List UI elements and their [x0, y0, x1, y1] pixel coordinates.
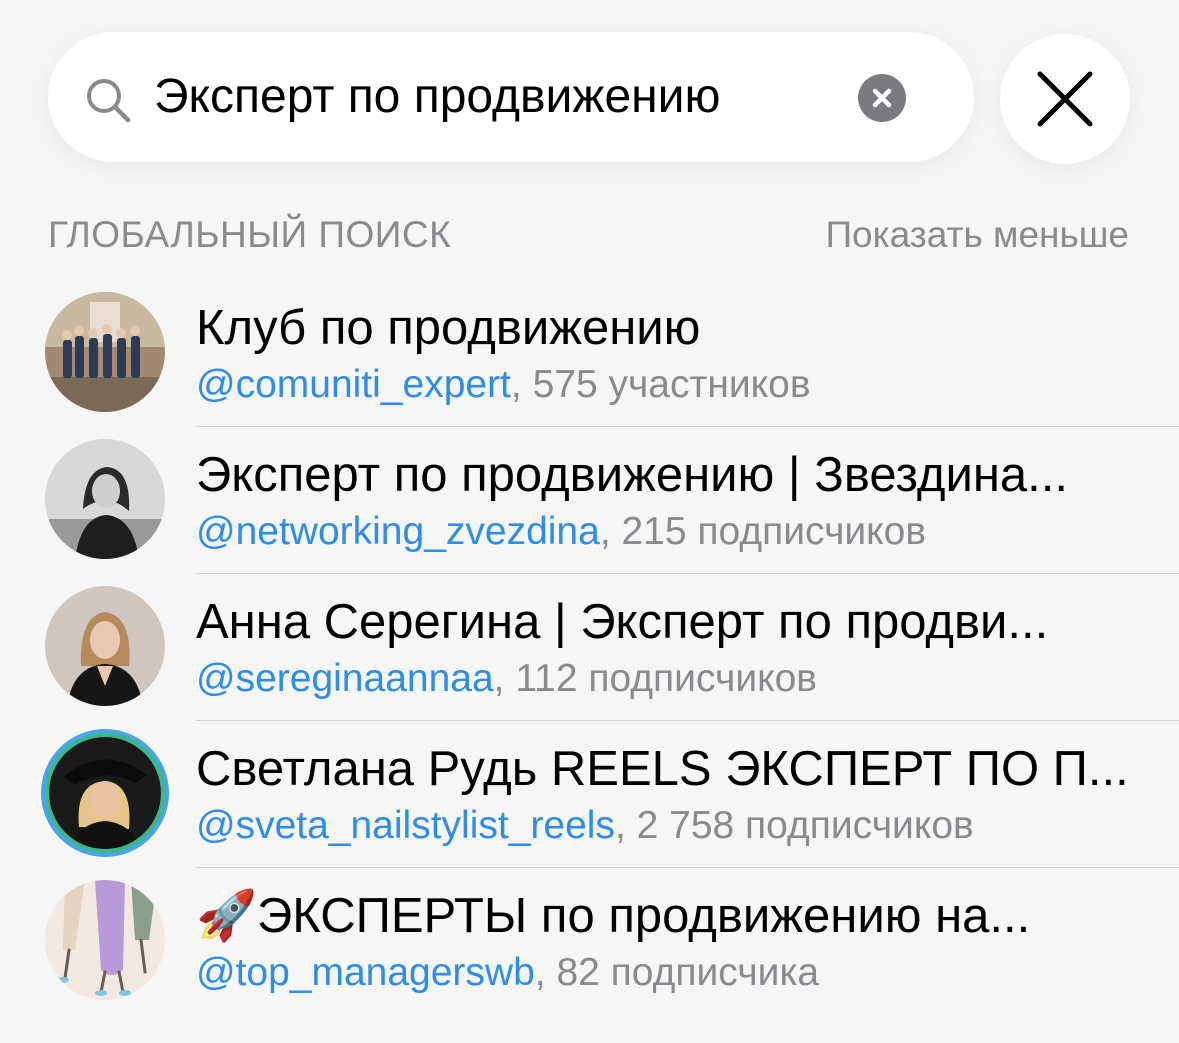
result-meta: , 112 подписчиков	[493, 657, 818, 700]
search-bar[interactable]: Эксперт по продвижению	[48, 32, 974, 162]
result-title: Анна Серегина | Эксперт по продви...	[196, 595, 1049, 649]
result-subtitle: @sveta_nailstylist_reels, 2 758 подписчи…	[196, 803, 974, 849]
result-handle[interactable]: @sveta_nailstylist_reels	[196, 804, 615, 847]
result-handle[interactable]: @comuniti_expert	[196, 363, 511, 406]
search-input[interactable]: Эксперт по продвижению	[154, 68, 720, 126]
clear-search-button[interactable]	[858, 74, 906, 122]
result-meta: , 82 подписчика	[534, 951, 820, 994]
result-subtitle: @sereginaannaa, 112 подписчиков	[196, 656, 817, 702]
show-less-button[interactable]: Показать меньше	[825, 214, 1129, 256]
avatar	[45, 880, 165, 1000]
avatar-with-story-ring	[49, 737, 161, 849]
result-meta: , 575 участников	[510, 363, 811, 406]
clear-icon	[872, 88, 892, 108]
result-handle[interactable]: @top_managerswb	[196, 951, 535, 994]
results-list: Клуб по продвижению @comuniti_expert, 57…	[0, 280, 1179, 1015]
result-meta: , 2 758 подписчиков	[614, 804, 974, 847]
section-title: ГЛОБАЛЬНЫЙ ПОИСК	[48, 214, 452, 255]
result-handle[interactable]: @networking_zvezdina	[196, 510, 600, 553]
avatar	[45, 292, 165, 412]
avatar	[45, 439, 165, 559]
result-handle[interactable]: @sereginaannaa	[196, 657, 494, 700]
result-subtitle: @top_managerswb, 82 подписчика	[196, 950, 819, 996]
search-icon	[87, 79, 131, 123]
result-subtitle: @networking_zvezdina, 215 подписчиков	[196, 509, 926, 555]
result-row[interactable]: Клуб по продвижению @comuniti_expert, 57…	[0, 280, 1179, 427]
result-row[interactable]: Эксперт по продвижению | Звездина... @ne…	[0, 427, 1179, 574]
result-row[interactable]: Анна Серегина | Эксперт по продви... @se…	[0, 574, 1179, 721]
result-title: Клуб по продвижению	[196, 301, 701, 355]
result-title: Эксперт по продвижению | Звездина...	[196, 448, 1068, 502]
avatar	[45, 586, 165, 706]
close-search-button[interactable]	[1000, 34, 1130, 164]
result-title: Светлана Рудь REELS ЭКСПЕРТ ПО П...	[196, 742, 1129, 796]
result-row[interactable]: 🚀ЭКСПЕРТЫ по продвижению на... @top_mana…	[0, 868, 1179, 1015]
result-subtitle: @comuniti_expert, 575 участников	[196, 362, 811, 408]
close-icon	[1037, 71, 1093, 127]
result-row[interactable]: Светлана Рудь REELS ЭКСПЕРТ ПО П... @sve…	[0, 721, 1179, 868]
result-title: 🚀ЭКСПЕРТЫ по продвижению на...	[196, 889, 1031, 943]
result-meta: , 215 подписчиков	[599, 510, 927, 553]
search-screen: Эксперт по продвижению ГЛОБАЛЬНЫЙ ПОИСК …	[0, 0, 1179, 1043]
